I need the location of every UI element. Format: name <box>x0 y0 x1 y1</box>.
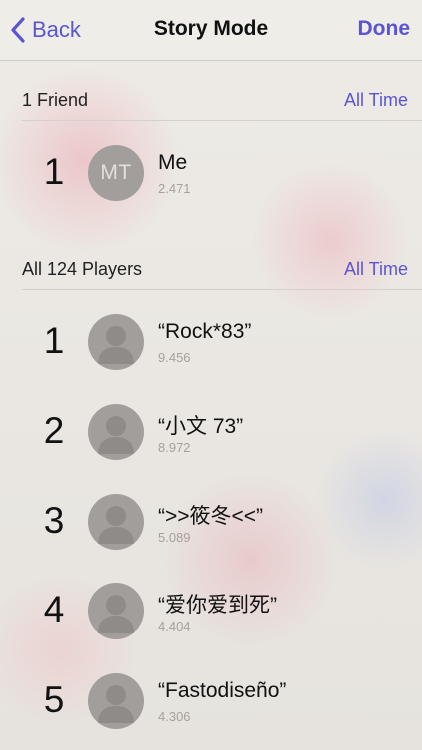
player-name: “>>筱冬<<” <box>158 505 264 528</box>
avatar: MT <box>88 145 144 201</box>
avatar-initials: MT <box>100 161 132 184</box>
rank-number: 1 <box>43 320 65 361</box>
leaderboard-row[interactable]: 2 “小文 73” 8.972 <box>0 402 422 462</box>
friends-section-header: 1 Friend All Time <box>22 90 422 121</box>
leaderboard-row[interactable]: 5 “Fastodiseño” 4.306 <box>0 671 422 731</box>
leaderboard-row[interactable]: 1 MT Me 2.471 <box>0 143 422 203</box>
player-score: 2.471 <box>158 181 191 196</box>
players-time-filter[interactable]: All Time <box>344 259 408 280</box>
player-score: 9.456 <box>158 350 191 365</box>
player-name: “Rock*83” <box>158 320 252 343</box>
player-score: 4.404 <box>158 619 191 634</box>
person-silhouette-icon <box>98 326 134 364</box>
rank-number: 4 <box>43 589 65 630</box>
players-section-title: All 124 Players <box>22 259 143 279</box>
player-name: “爱你爱到死” <box>158 594 277 617</box>
avatar <box>88 673 144 729</box>
rank-number: 3 <box>43 500 65 541</box>
person-silhouette-icon <box>98 595 134 633</box>
leaderboard-row[interactable]: 1 “Rock*83” 9.456 <box>0 312 422 372</box>
done-button[interactable]: Done <box>358 17 411 41</box>
leaderboard-row[interactable]: 3 “>>筱冬<<” 5.089 <box>0 492 422 552</box>
player-score: 4.306 <box>158 709 191 724</box>
player-name: “Fastodiseño” <box>158 679 287 702</box>
person-silhouette-icon <box>98 506 134 544</box>
person-silhouette-icon <box>98 416 134 454</box>
rank-number: 1 <box>43 151 65 192</box>
leaderboard-row[interactable]: 4 “爱你爱到死” 4.404 <box>0 581 422 641</box>
rank-number: 5 <box>43 679 65 720</box>
players-section-header: All 124 Players All Time <box>22 259 422 290</box>
friends-section-title: 1 Friend <box>22 90 89 110</box>
avatar <box>88 494 144 550</box>
avatar <box>88 583 144 639</box>
player-score: 8.972 <box>158 440 191 455</box>
player-name: Me <box>158 151 188 174</box>
avatar <box>88 404 144 460</box>
player-score: 5.089 <box>158 530 191 545</box>
avatar <box>88 314 144 370</box>
person-silhouette-icon <box>98 685 134 723</box>
player-name: “小文 73” <box>158 415 244 438</box>
friends-time-filter[interactable]: All Time <box>344 90 408 111</box>
navigation-bar: Back Story Mode Done <box>0 0 422 61</box>
rank-number: 2 <box>43 410 65 451</box>
